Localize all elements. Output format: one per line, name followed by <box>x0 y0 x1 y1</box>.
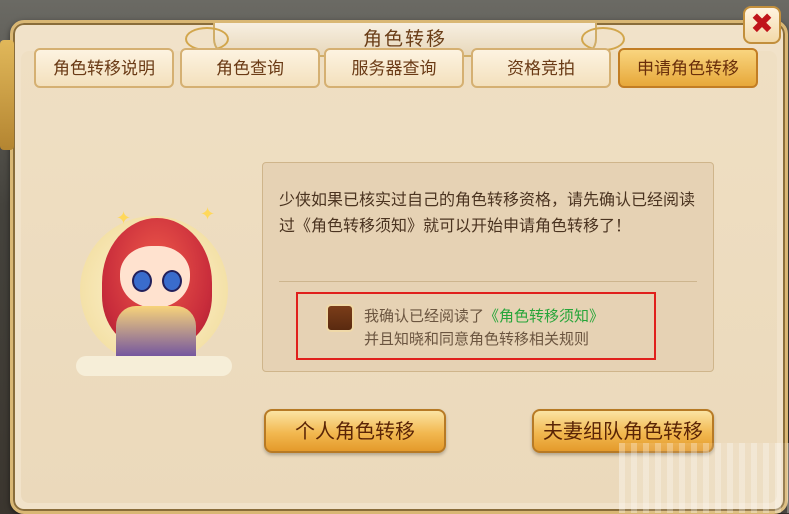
eye-icon <box>132 270 152 292</box>
agreement-line-1: 我确认已经阅读了《角色转移须知》 <box>364 305 604 326</box>
tab-role-query[interactable]: 角色查询 <box>180 48 320 88</box>
sparkle-icon: ✦ <box>200 204 216 225</box>
tab-server-query[interactable]: 服务器查询 <box>324 48 464 88</box>
tab-transfer-description[interactable]: 角色转移说明 <box>34 48 174 88</box>
divider <box>279 281 697 282</box>
rules-link[interactable]: 《角色转移须知》 <box>484 307 604 325</box>
agreement-prefix: 我确认已经阅读了 <box>364 307 485 325</box>
watermark <box>619 443 789 513</box>
eye-icon <box>162 270 182 292</box>
close-icon: ✖ <box>750 7 774 40</box>
character-portrait: ✦ ✦ <box>72 196 234 376</box>
tab-apply-transfer[interactable]: 申请角色转移 <box>618 48 758 88</box>
portrait-face <box>120 246 190 308</box>
tassel-decoration <box>0 40 14 150</box>
dialog-title: 角色转移 <box>362 28 447 50</box>
agreement-line-2: 并且知晓和同意角色转移相关规则 <box>364 330 590 348</box>
close-button[interactable]: ✖ <box>743 6 781 44</box>
tab-qualification-auction[interactable]: 资格竞拍 <box>471 48 611 88</box>
sparkle-icon: ✦ <box>116 208 132 229</box>
agree-checkbox[interactable] <box>326 304 354 332</box>
cloud-base-icon <box>76 356 232 376</box>
info-message: 少侠如果已核实过自己的角色转移资格，请先确认已经阅读过《角色转移须知》就可以开始… <box>279 190 696 235</box>
personal-transfer-button[interactable]: 个人角色转移 <box>264 409 446 453</box>
